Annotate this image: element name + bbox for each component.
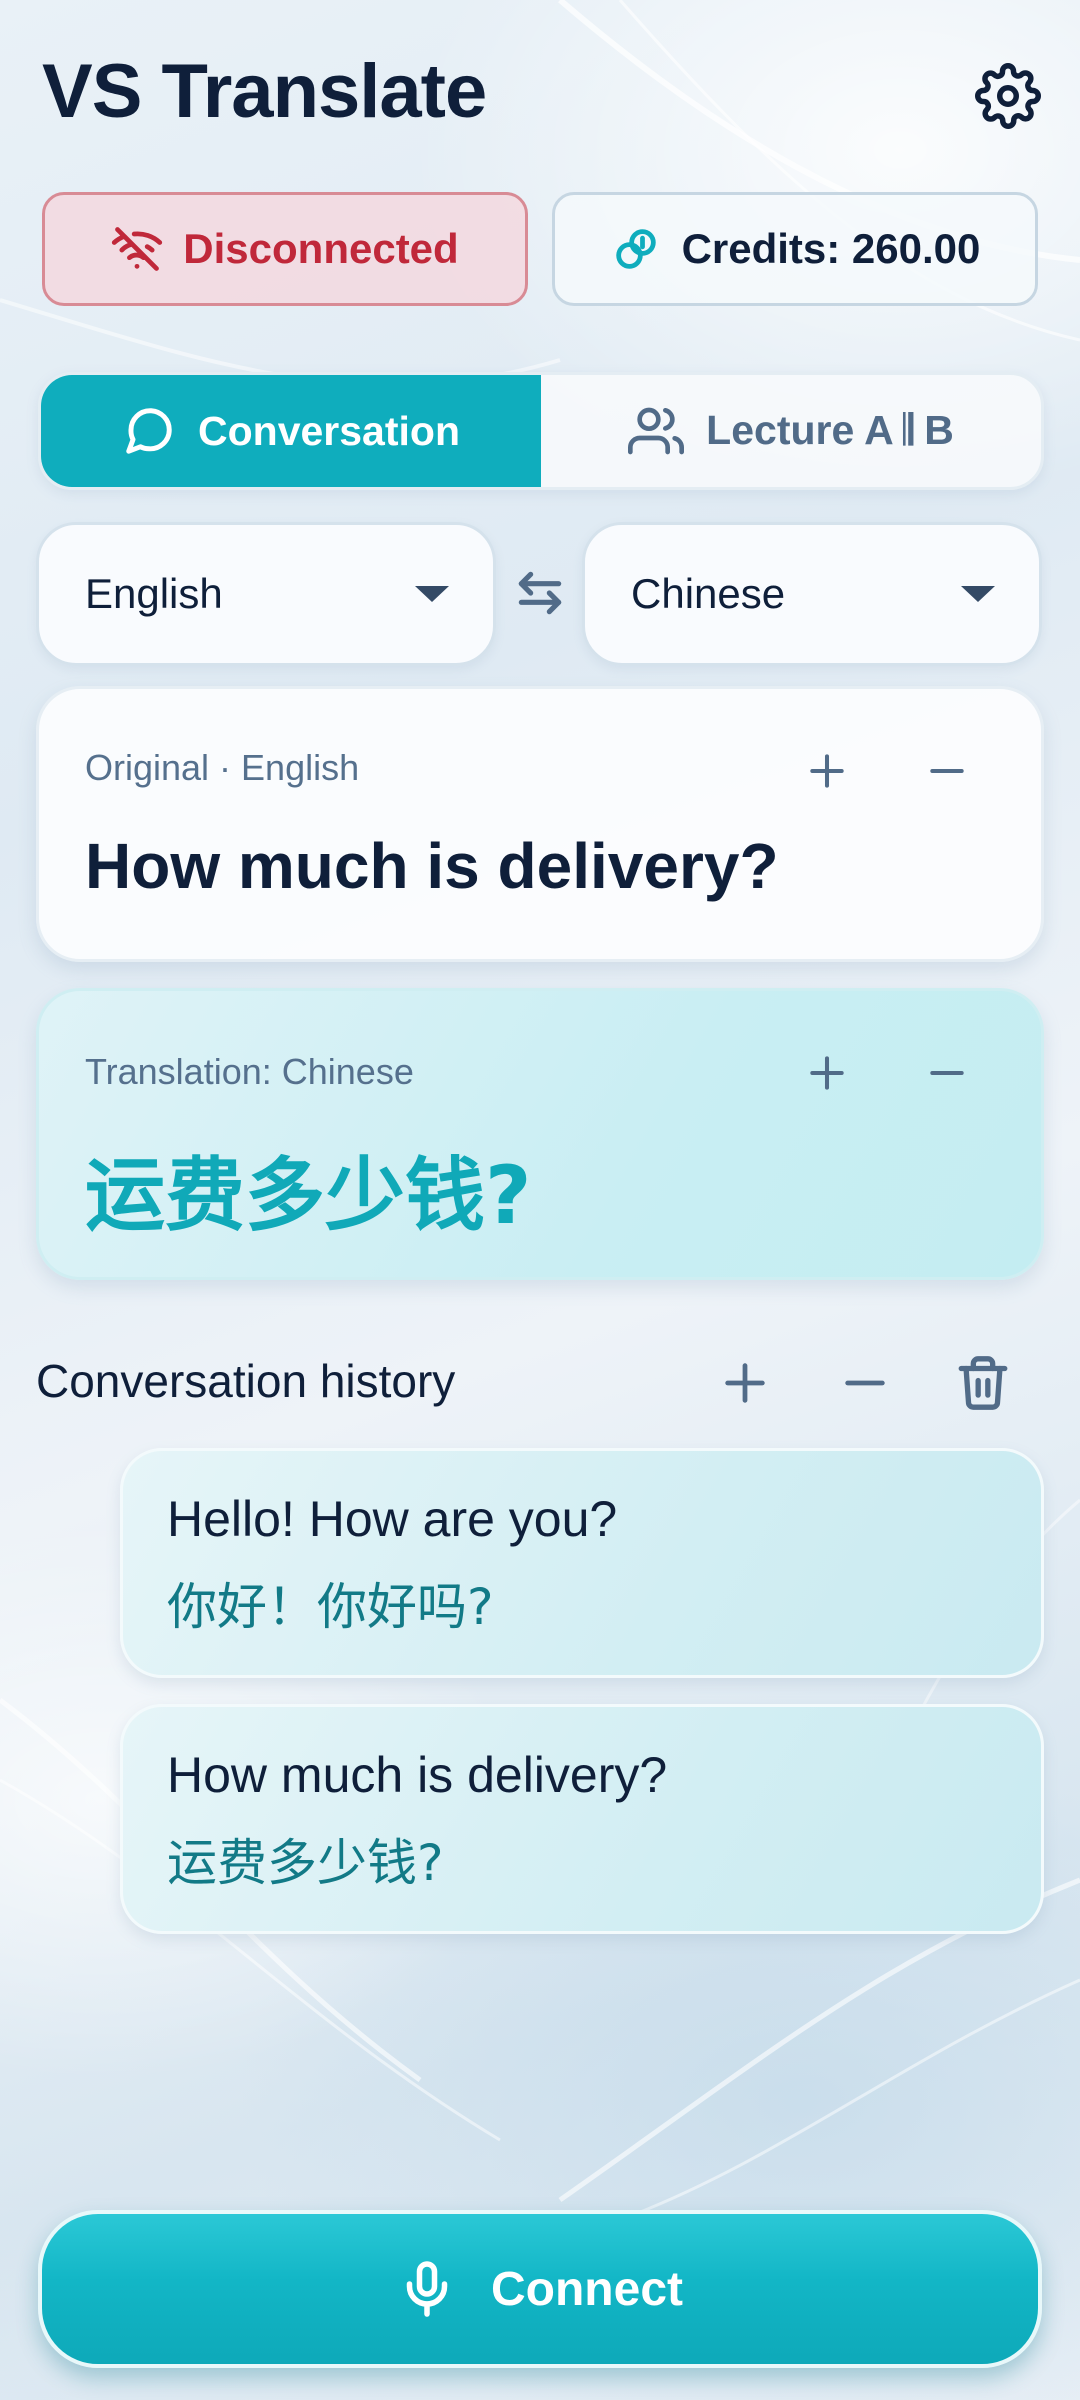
history-item-source: Hello! How are you? [167, 1491, 618, 1547]
translation-zoom-out-button[interactable] [917, 1043, 977, 1103]
tab-lecture-label: Lecture A 𝄂 B [706, 407, 954, 453]
credits-label: Credits: 260.00 [681, 225, 981, 272]
swap-arrows-icon [518, 571, 562, 615]
people-icon [628, 407, 685, 455]
mode-toggle: Conversation Lecture A 𝄂 B [38, 372, 1044, 490]
source-language-select[interactable]: English [36, 522, 496, 666]
plus-icon [810, 1056, 844, 1090]
trash-icon [958, 1356, 1008, 1410]
target-language-select[interactable]: Chinese [582, 522, 1042, 666]
original-zoom-out-button[interactable] [917, 741, 977, 801]
swap-languages-button[interactable] [508, 560, 572, 626]
history-item[interactable]: How much is delivery? 运费多少钱? [120, 1704, 1044, 1934]
minus-icon [930, 1070, 964, 1076]
coins-icon [615, 229, 656, 269]
history-title: Conversation history [36, 1355, 456, 1407]
original-text-card: Original · English How much is delivery? [36, 686, 1044, 962]
original-zoom-in-button[interactable] [797, 741, 857, 801]
minus-icon [930, 768, 964, 774]
translation-card-label: Translation: Chinese [85, 1051, 414, 1092]
connection-status-label: Disconnected [183, 225, 459, 272]
connection-status-badge: Disconnected [42, 192, 528, 306]
history-item-source: How much is delivery? [167, 1747, 668, 1803]
chevron-down-icon [961, 586, 995, 602]
chevron-down-icon [415, 586, 449, 602]
tab-conversation-label: Conversation [198, 407, 460, 454]
app-title: VS Translate [42, 49, 487, 134]
history-zoom-out-button[interactable] [832, 1350, 898, 1416]
history-item-translation: 你好！你好吗? [167, 1578, 494, 1636]
credits-badge: Credits: 260.00 [552, 192, 1038, 306]
source-language-value: English [85, 570, 223, 617]
plus-icon [725, 1363, 765, 1403]
clear-history-button[interactable] [950, 1350, 1016, 1416]
translation-zoom-in-button[interactable] [797, 1043, 857, 1103]
target-language-value: Chinese [631, 570, 786, 617]
translation-text-card: Translation: Chinese 运费多少钱? [36, 988, 1044, 1280]
chat-bubble-icon [126, 408, 172, 454]
translated-text: 运费多少钱? [85, 1149, 532, 1242]
connect-button[interactable]: Connect [38, 2210, 1042, 2368]
history-item[interactable]: Hello! How are you? 你好！你好吗? [120, 1448, 1044, 1678]
gear-icon [975, 63, 1041, 129]
history-zoom-in-button[interactable] [712, 1350, 778, 1416]
microphone-icon [406, 2261, 448, 2317]
settings-button[interactable] [972, 60, 1044, 132]
tab-lecture[interactable]: Lecture A 𝄂 B [541, 375, 1041, 487]
connect-button-label: Connect [491, 2262, 683, 2316]
original-card-label: Original · English [85, 747, 360, 788]
minus-icon [845, 1380, 885, 1386]
tab-conversation[interactable]: Conversation [41, 375, 541, 487]
plus-icon [810, 754, 844, 788]
history-item-translation: 运费多少钱? [167, 1834, 444, 1892]
original-text: How much is delivery? [85, 830, 779, 902]
wifi-off-icon [112, 227, 163, 271]
